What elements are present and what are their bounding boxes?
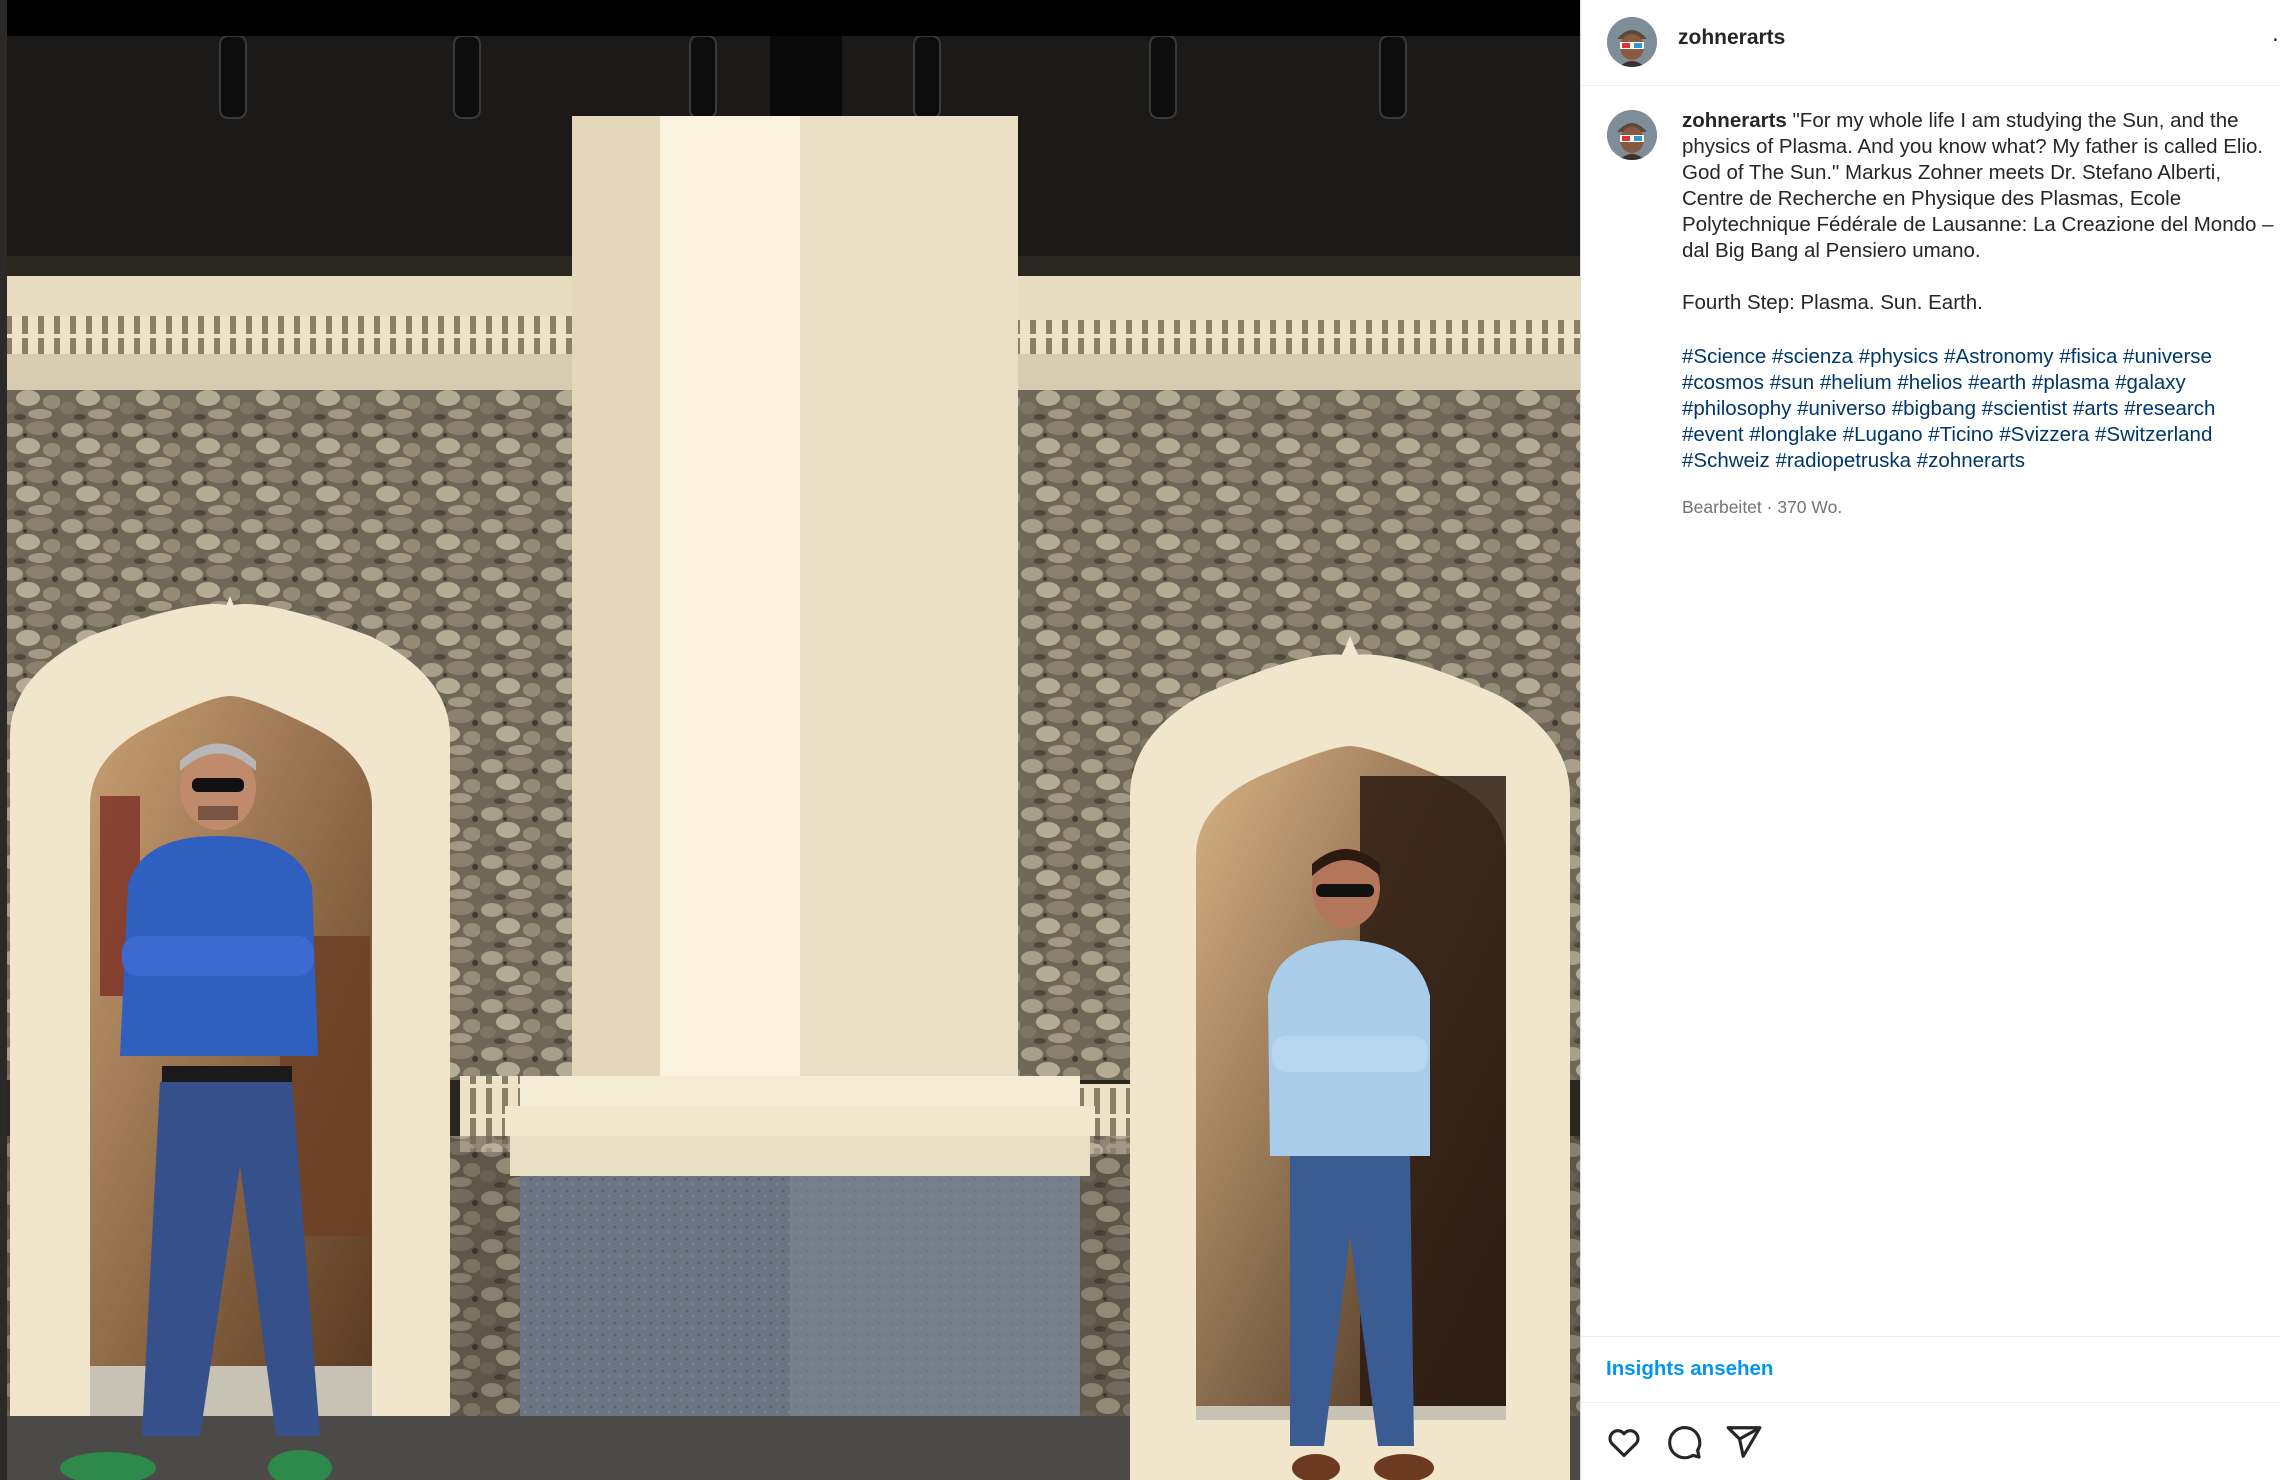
hashtag[interactable]: #sun [1770, 371, 1814, 394]
avatar-image [1607, 110, 1657, 160]
hashtag[interactable]: #event [1682, 423, 1744, 446]
post-photo[interactable] [0, 0, 1580, 1480]
insights-link[interactable]: Insights ansehen [1606, 1357, 1773, 1381]
hashtag[interactable]: #physics [1859, 345, 1939, 368]
hashtag[interactable]: #research [2124, 397, 2215, 420]
hashtag[interactable]: #zohnerarts [1917, 449, 2025, 472]
hashtag[interactable]: #bigbang [1892, 397, 1976, 420]
post-details-panel: zohnerarts … zohnerarts "For my whole li… [1580, 0, 2280, 1480]
hashtag[interactable]: #cosmos [1682, 371, 1764, 394]
hashtag[interactable]: #scientist [1982, 397, 2067, 420]
hashtag[interactable]: #Schweiz [1682, 449, 1770, 472]
hashtag[interactable]: #Svizzera [1999, 423, 2089, 446]
hashtag[interactable]: #plasma [2032, 371, 2110, 394]
hashtag[interactable]: #galaxy [2115, 371, 2186, 394]
hashtag[interactable]: #Ticino [1928, 423, 1993, 446]
photo-left-edge [0, 0, 7, 1480]
hashtag[interactable]: #earth [1968, 371, 2026, 394]
ellipsis-icon[interactable]: … [2271, 22, 2280, 46]
header-username[interactable]: zohnerarts [1678, 26, 1785, 50]
post-image [0, 36, 1580, 1480]
avatar-image [1607, 17, 1657, 67]
hashtag-list: #Science #scienza #physics #Astronomy #f… [1682, 344, 2280, 474]
hashtag[interactable]: #longlake [1749, 423, 1837, 446]
avatar[interactable] [1607, 17, 1657, 67]
hashtag[interactable]: #helios [1897, 371, 1962, 394]
caption-body: "For my whole life I am studying the Sun… [1682, 109, 2274, 314]
insights-bar: Insights ansehen [1581, 1336, 2280, 1402]
hashtag[interactable]: #scienza [1772, 345, 1853, 368]
photo-top-bar [0, 0, 1580, 36]
paper-plane-icon[interactable] [1725, 1423, 1763, 1461]
hashtag[interactable]: #Astronomy [1944, 345, 2053, 368]
comment-icon[interactable] [1665, 1423, 1703, 1461]
post-header: zohnerarts … [1581, 0, 2280, 86]
caption-text: zohnerarts "For my whole life I am study… [1682, 108, 2277, 316]
hashtag[interactable]: #Science [1682, 345, 1766, 368]
caption-username[interactable]: zohnerarts [1682, 109, 1787, 132]
caption-avatar[interactable] [1607, 110, 1657, 160]
hashtag[interactable]: #universe [2123, 345, 2212, 368]
hashtag[interactable]: #Lugano [1843, 423, 1923, 446]
hashtag[interactable]: #radiopetruska [1775, 449, 1911, 472]
hashtag[interactable]: #helium [1820, 371, 1892, 394]
hashtag[interactable]: #fisica [2059, 345, 2117, 368]
heart-icon[interactable] [1605, 1423, 1643, 1461]
hashtag[interactable]: #philosophy [1682, 397, 1791, 420]
action-bar [1581, 1402, 2280, 1480]
hashtag[interactable]: #arts [2073, 397, 2119, 420]
post-meta: Bearbeitet · 370 Wo. [1682, 497, 1843, 517]
hashtag[interactable]: #Switzerland [2095, 423, 2212, 446]
hashtag[interactable]: #universo [1797, 397, 1886, 420]
